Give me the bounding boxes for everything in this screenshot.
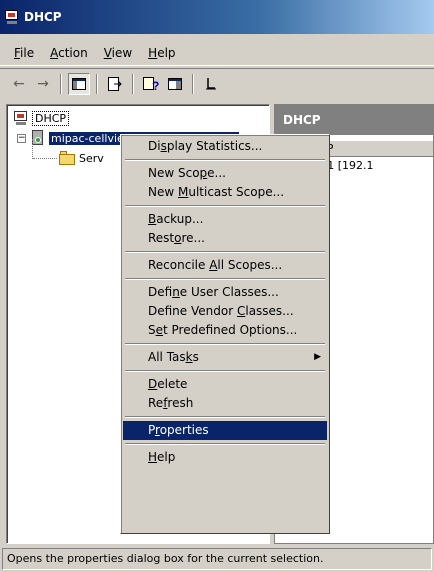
- menu-item-properties[interactable]: Properties: [123, 421, 327, 440]
- export-list-icon[interactable]: [104, 73, 126, 95]
- console-icon[interactable]: [164, 73, 186, 95]
- tree-node-label: Serv: [79, 151, 104, 165]
- menu-separator: [125, 440, 325, 448]
- menu-separator: [125, 202, 325, 210]
- toolbar: ← → ?: [0, 68, 434, 98]
- menu-item-all-tasks[interactable]: All Tasks ▶: [123, 348, 327, 367]
- svg-text:?: ?: [152, 79, 159, 91]
- menu-separator: [125, 156, 325, 164]
- menu-view[interactable]: View: [96, 44, 140, 62]
- menu-separator: [125, 248, 325, 256]
- menu-item-set-predefined-options[interactable]: Set Predefined Options...: [123, 321, 327, 340]
- window-title: DHCP: [24, 10, 62, 24]
- show-hide-tree-icon[interactable]: [68, 72, 90, 95]
- menu-help[interactable]: Help: [140, 44, 183, 62]
- menu-item-delete[interactable]: Delete: [123, 375, 327, 394]
- title-bar[interactable]: DHCP: [0, 0, 434, 34]
- help-icon[interactable]: ?: [140, 73, 162, 95]
- folder-icon: [59, 151, 75, 165]
- menu-item-reconcile-all-scopes[interactable]: Reconcile All Scopes...: [123, 256, 327, 275]
- menu-bar: File Action View Help: [0, 40, 434, 66]
- toolbar-separator: [96, 73, 98, 94]
- menu-separator: [125, 275, 325, 283]
- forward-arrow-icon[interactable]: →: [32, 73, 54, 95]
- menu-separator: [125, 340, 325, 348]
- dhcp-app-icon: [4, 9, 20, 25]
- dhcp-icon: [13, 110, 29, 126]
- menu-item-new-multicast-scope[interactable]: New Multicast Scope...: [123, 183, 327, 202]
- menu-file[interactable]: File: [6, 44, 42, 62]
- menu-item-define-vendor-classes[interactable]: Define Vendor Classes...: [123, 302, 327, 321]
- dhcp-window: DHCP File Action View Help ← → ? DHCP − …: [0, 0, 434, 572]
- tree-node-dhcp[interactable]: DHCP: [13, 109, 70, 127]
- menu-separator: [125, 367, 325, 375]
- menu-item-refresh[interactable]: Refresh: [123, 394, 327, 413]
- menu-item-display-statistics[interactable]: Display Statistics...: [123, 137, 327, 156]
- menu-item-define-user-classes[interactable]: Define User Classes...: [123, 283, 327, 302]
- menu-action[interactable]: Action: [42, 44, 96, 62]
- details-header: DHCP: [275, 105, 433, 135]
- menu-item-backup[interactable]: Backup...: [123, 210, 327, 229]
- toolbar-separator: [60, 73, 62, 94]
- menu-separator: [125, 413, 325, 421]
- new-window-icon[interactable]: [200, 73, 222, 95]
- tree-connector: [33, 158, 57, 159]
- collapse-icon[interactable]: −: [17, 133, 26, 143]
- menu-item-help[interactable]: Help: [123, 448, 327, 467]
- menu-item-new-scope[interactable]: New Scope...: [123, 164, 327, 183]
- toolbar-separator: [132, 73, 134, 94]
- back-arrow-icon[interactable]: ←: [8, 73, 30, 95]
- context-menu: Display Statistics... New Scope... New M…: [120, 134, 330, 534]
- menu-item-restore[interactable]: Restore...: [123, 229, 327, 248]
- submenu-arrow-icon: ▶: [314, 352, 321, 362]
- status-bar: Opens the properties dialog box for the …: [2, 548, 432, 570]
- tree-connector: [32, 139, 33, 159]
- tree-node-server-options[interactable]: Serv: [59, 149, 104, 167]
- toolbar-separator: [192, 73, 194, 94]
- tree-node-label: DHCP: [32, 110, 70, 126]
